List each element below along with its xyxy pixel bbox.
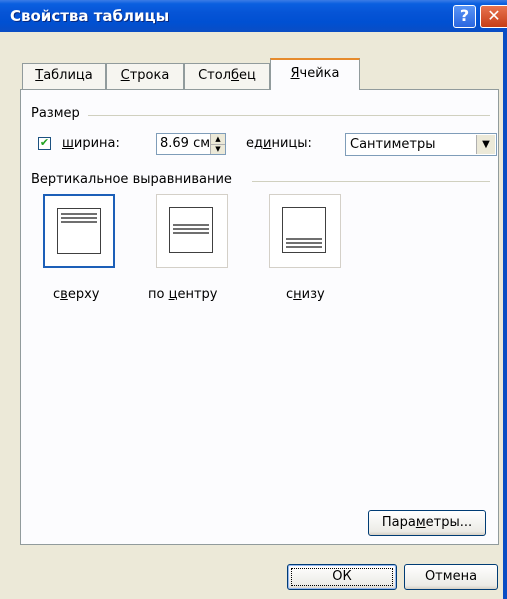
title-bar: Свойства таблицы ? ✕ <box>0 0 507 32</box>
table-properties-dialog: Свойства таблицы ? ✕ Таблица Строка Стол… <box>0 0 507 599</box>
ok-button[interactable]: ОК <box>287 564 397 590</box>
close-icon[interactable]: ✕ <box>480 5 507 28</box>
cell-tab-panel <box>20 89 499 545</box>
cancel-button[interactable]: Отмена <box>404 564 498 590</box>
help-icon[interactable]: ? <box>453 5 476 28</box>
window-border <box>503 32 507 599</box>
focus-ring <box>291 568 393 586</box>
tab-cell[interactable]: Ячейка <box>270 58 360 90</box>
tab-column[interactable]: Столбец <box>184 63 270 89</box>
tab-table[interactable]: Таблица <box>22 63 106 89</box>
options-button[interactable]: Параметры... <box>368 510 486 536</box>
dialog-title: Свойства таблицы <box>10 7 170 25</box>
tab-row[interactable]: Строка <box>106 63 184 89</box>
